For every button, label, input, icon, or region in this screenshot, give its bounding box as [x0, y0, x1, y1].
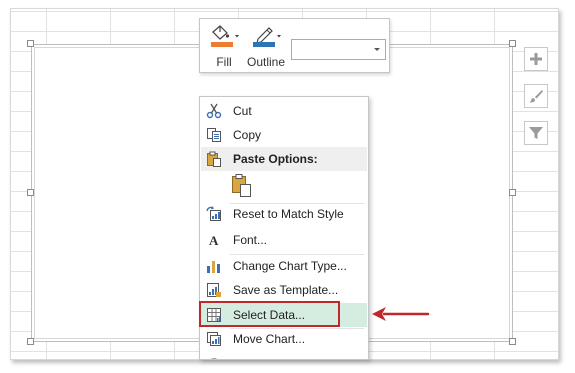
menu-item-label: Move Chart...: [233, 332, 306, 346]
resize-handle-left[interactable]: [27, 189, 34, 196]
copy-icon: [207, 128, 221, 142]
paste-icon: [207, 151, 221, 167]
paste-option-button[interactable]: [230, 173, 254, 199]
menu-item-label: Copy: [233, 128, 262, 142]
chart-styles-button[interactable]: [524, 84, 548, 108]
mini-toolbar: Fill Outline: [199, 18, 390, 73]
fill-button[interactable]: Fill: [204, 23, 244, 71]
resize-handle-bottom-right[interactable]: [509, 338, 516, 345]
menu-item-save-template[interactable]: Save as Template...: [201, 278, 367, 302]
fill-label: Fill: [216, 55, 232, 69]
template-icon: [207, 283, 221, 297]
menu-item-copy[interactable]: Copy: [201, 123, 367, 147]
paint-bucket-icon: [211, 25, 239, 47]
svg-text:A: A: [209, 233, 219, 248]
move-chart-icon: [207, 332, 221, 346]
menu-item-label: Change Chart Type...: [233, 259, 347, 273]
menu-item-label: Reset to Match Style: [233, 207, 344, 221]
annotation-arrow-icon: [370, 305, 430, 323]
menu-item-move-chart[interactable]: Move Chart...: [201, 327, 367, 351]
pencil-icon: [253, 27, 281, 47]
scissors-icon: [206, 103, 222, 119]
menu-item-label: Save as Template...: [233, 283, 339, 297]
resize-handle-bottom-left[interactable]: [27, 338, 34, 345]
menu-item-reset-style[interactable]: Reset to Match Style: [201, 202, 367, 226]
menu-item-label: Cut: [233, 104, 252, 118]
chart-element-dropdown[interactable]: [291, 39, 386, 60]
menu-item-partial[interactable]: [201, 352, 367, 359]
outline-color-swatch: [253, 42, 275, 47]
fill-color-swatch: [211, 42, 233, 47]
resize-handle-top-right[interactable]: [509, 40, 516, 47]
chevron-down-icon: [374, 48, 380, 51]
chart-elements-button[interactable]: [524, 47, 548, 71]
font-icon: A: [209, 233, 219, 248]
resize-handle-top-left[interactable]: [27, 40, 34, 47]
outline-button[interactable]: Outline: [246, 23, 286, 71]
plus-icon: [530, 53, 542, 65]
menu-header-paste-options: Paste Options:: [201, 147, 367, 171]
annotation-highlight-box: [199, 301, 340, 327]
outline-label: Outline: [246, 55, 286, 69]
menu-item-label: Font...: [233, 233, 268, 247]
menu-item-partial-icon: [210, 358, 218, 359]
menu-item-cut[interactable]: Cut: [201, 99, 367, 123]
paste-clipboard-icon: [232, 174, 251, 197]
resize-handle-right[interactable]: [509, 189, 516, 196]
menu-item-change-chart-type[interactable]: Change Chart Type...: [201, 254, 367, 278]
chart-type-icon: [207, 261, 220, 273]
menu-item-label: Paste Options:: [233, 152, 318, 166]
brush-icon: [529, 90, 543, 103]
menu-item-font[interactable]: A Font...: [201, 228, 367, 252]
chart-filters-button[interactable]: [524, 121, 548, 145]
funnel-icon: [529, 127, 543, 139]
reset-style-icon: [206, 206, 221, 221]
